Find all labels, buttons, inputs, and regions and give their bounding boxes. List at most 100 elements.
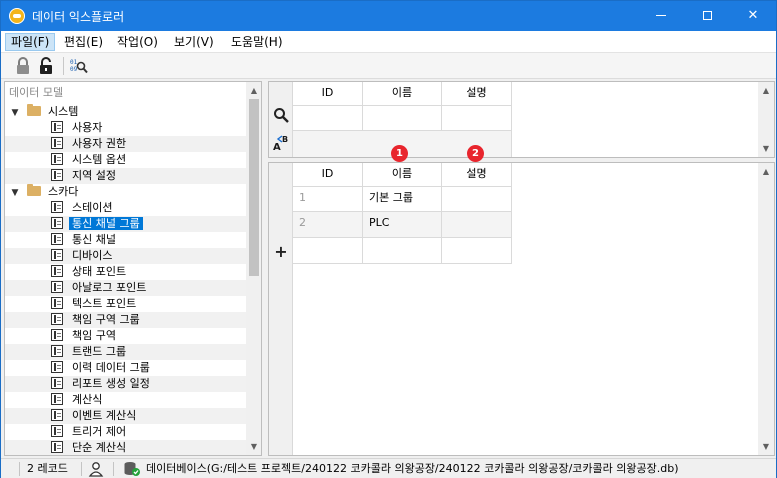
chevron-down-icon[interactable]: ▼ [9, 105, 21, 121]
menu-edit[interactable]: 편집(E) [59, 33, 108, 51]
table-icon [51, 329, 63, 341]
filter-col-name[interactable]: 이름 [363, 82, 442, 106]
tree-item-label: 책임 구역 그룹 [72, 313, 140, 326]
table-icon [51, 361, 63, 373]
tree-item[interactable]: 책임 구역 [51, 328, 119, 344]
table-icon [51, 153, 63, 165]
tree-item[interactable]: 이벤트 계산식 [51, 408, 139, 424]
tree-item[interactable]: 책임 구역 그룹 [51, 312, 143, 328]
status-divider [81, 462, 82, 476]
tree-item-label: 트랜드 그룹 [72, 345, 127, 358]
add-row-icon[interactable]: + [274, 244, 288, 260]
filter-col-desc[interactable]: 설명 [442, 82, 512, 106]
tree-item[interactable]: 상태 포인트 [51, 264, 129, 280]
user-icon [88, 462, 104, 477]
table-icon [51, 137, 63, 149]
tree-item[interactable]: 통신 채널 그룹 [51, 216, 143, 232]
menu-view[interactable]: 보기(V) [169, 33, 219, 51]
tree-group-0[interactable]: ▼ 시스템 [9, 104, 81, 120]
minimize-icon [656, 15, 666, 16]
tree-item[interactable]: 계산식 [51, 392, 105, 408]
svg-text:09: 09 [70, 66, 78, 73]
filter-cell-name[interactable] [363, 106, 442, 130]
record-count: 2 레코드 [27, 462, 68, 475]
panel-title: 데이터 모델 [9, 86, 64, 99]
filter-cell-desc[interactable] [442, 106, 512, 130]
data-scroll-down-icon[interactable]: ▼ [758, 438, 774, 455]
status-divider [113, 462, 114, 476]
sort-az-icon[interactable]: A B [273, 133, 291, 151]
data-scrollbar[interactable]: ▲ ▼ [758, 163, 774, 455]
table-icon [51, 201, 63, 213]
filter-scroll-up-icon[interactable]: ▲ [758, 82, 774, 99]
tree-item[interactable]: 디바이스 [51, 248, 115, 264]
new-row-name[interactable] [363, 238, 442, 264]
svg-text:A: A [273, 142, 281, 151]
tree-item[interactable]: 통신 채널 [51, 232, 119, 248]
table-row-2-desc[interactable] [442, 212, 512, 238]
toolbar: 01 09 [1, 53, 776, 79]
data-scroll-up-icon[interactable]: ▲ [758, 163, 774, 180]
tree-item[interactable]: 스테이션 [51, 200, 115, 216]
close-button[interactable]: ✕ [730, 1, 776, 31]
tree-item[interactable]: 텍스트 포인트 [51, 296, 139, 312]
tree-item[interactable]: 리포트 생성 일정 [51, 376, 153, 392]
tree-group-label: 스카다 [48, 185, 79, 198]
scroll-thumb[interactable] [249, 99, 259, 276]
tree-item[interactable]: 사용자 [51, 120, 105, 136]
new-row-id[interactable] [293, 238, 363, 264]
table-row-1-desc[interactable] [442, 187, 512, 212]
filter-side-strip: A B [269, 82, 293, 157]
search-icon[interactable] [273, 107, 289, 123]
query-button[interactable]: 01 09 [69, 56, 89, 76]
table-row-2-name[interactable]: PLC [363, 212, 442, 238]
table-row-2-id[interactable]: 2 [293, 212, 363, 238]
table-icon [51, 377, 63, 389]
menu-bar: 파일(F) 편집(E) 작업(O) 보기(V) 도움말(H) [1, 31, 776, 53]
unlock-button[interactable] [36, 56, 56, 76]
database-icon [124, 462, 140, 476]
menu-help[interactable]: 도움말(H) [226, 33, 288, 51]
table-icon [51, 249, 63, 261]
tree-item-label: 아날로그 포인트 [72, 281, 147, 294]
tree-item[interactable]: 아날로그 포인트 [51, 280, 149, 296]
table-row-1-id[interactable]: 1 [293, 187, 363, 212]
filter-scroll-down-icon[interactable]: ▼ [758, 140, 774, 157]
maximize-icon [702, 11, 712, 20]
table-row-1-name[interactable]: 기본 그룹 [363, 187, 442, 212]
data-col-name[interactable]: 이름 [363, 163, 442, 187]
tree-item[interactable]: 이력 데이터 그룹 [51, 360, 153, 376]
minimize-button[interactable] [638, 1, 684, 31]
data-col-desc[interactable]: 설명 [442, 163, 512, 187]
tree-item[interactable]: 트랜드 그룹 [51, 344, 129, 360]
tree-item[interactable]: 지역 설정 [51, 168, 119, 184]
data-col-id[interactable]: ID [293, 163, 363, 187]
tree-item[interactable]: 트리거 제어 [51, 424, 129, 440]
close-icon: ✕ [747, 8, 759, 23]
tree-item-label: 사용자 [72, 121, 103, 134]
folder-icon [27, 184, 41, 196]
menu-task[interactable]: 작업(O) [112, 33, 163, 51]
new-row-desc[interactable] [442, 238, 512, 264]
tree-item[interactable]: 시스템 옵션 [51, 152, 129, 168]
tree-item-label: 계산식 [72, 393, 103, 406]
tree-item-label: 책임 구역 [72, 329, 116, 342]
tree-group-1[interactable]: ▼ 스카다 [9, 184, 81, 200]
svg-text:B: B [282, 135, 288, 144]
table-icon [51, 441, 63, 453]
lock-button[interactable] [13, 56, 33, 76]
tree-scrollbar[interactable]: ▲ ▼ [246, 82, 261, 455]
binary-search-icon: 01 09 [70, 59, 88, 74]
filter-col-id[interactable]: ID [293, 82, 363, 106]
menu-file[interactable]: 파일(F) [5, 33, 56, 51]
maximize-button[interactable] [684, 1, 730, 31]
filter-scrollbar[interactable]: ▲ ▼ [758, 82, 774, 157]
table-icon [51, 233, 63, 245]
filter-cell-id[interactable] [293, 106, 363, 130]
tree-item[interactable]: 사용자 권한 [51, 136, 129, 152]
scroll-down-icon[interactable]: ▼ [246, 438, 261, 455]
tree-item[interactable]: 단순 계산식 [51, 440, 129, 455]
chevron-down-icon[interactable]: ▼ [9, 185, 21, 201]
scroll-up-icon[interactable]: ▲ [246, 82, 261, 99]
tree-item-label: 상태 포인트 [72, 265, 127, 278]
